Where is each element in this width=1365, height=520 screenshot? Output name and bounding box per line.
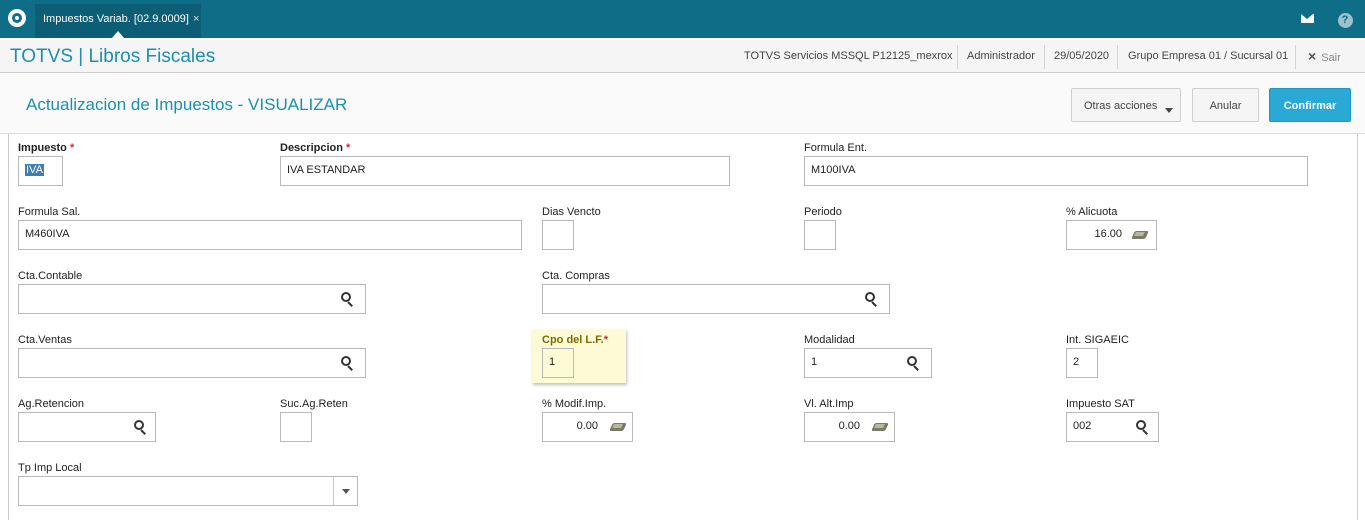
chevron-down-icon <box>1165 108 1173 113</box>
tab-label: Impuestos Variab. [02.9.0009] <box>43 13 189 25</box>
mail-icon[interactable] <box>1296 8 1318 30</box>
top-bar: Impuestos Variab. [02.9.0009] × ? <box>0 0 1365 38</box>
exit-button[interactable]: × Sair <box>1308 48 1341 64</box>
exit-label: Sair <box>1321 52 1341 64</box>
confirm-button[interactable]: Confirmar <box>1269 88 1351 122</box>
tab-indicator-caret <box>112 31 124 38</box>
company-label: Grupo Empresa 01 / Sucursal 01 <box>1128 50 1289 62</box>
form-frame <box>8 134 1358 520</box>
divider <box>1044 45 1045 69</box>
cancel-button[interactable]: Anular <box>1192 88 1259 122</box>
environment-label: TOTVS Servicios MSSQL P12125_mexrox <box>744 50 953 62</box>
date-label: 29/05/2020 <box>1054 50 1110 62</box>
tab-close-icon[interactable]: × <box>193 13 199 25</box>
divider <box>957 45 958 69</box>
totvs-logo-icon[interactable] <box>8 9 26 27</box>
page-header: Actualizacion de Impuestos - VISUALIZAR … <box>0 74 1365 134</box>
page-title: Actualizacion de Impuestos - VISUALIZAR <box>26 95 348 114</box>
other-actions-label: Otras acciones <box>1084 100 1158 112</box>
other-actions-button[interactable]: Otras acciones <box>1071 88 1181 122</box>
user-label: Administrador <box>967 50 1035 62</box>
divider <box>1295 45 1296 69</box>
app-title: TOTVS | Libros Fiscales <box>10 46 216 67</box>
app-header: TOTVS | Libros Fiscales TOTVS Servicios … <box>0 39 1365 73</box>
help-icon[interactable]: ? <box>1334 8 1356 30</box>
close-icon: × <box>1308 48 1317 64</box>
divider <box>1117 45 1118 69</box>
